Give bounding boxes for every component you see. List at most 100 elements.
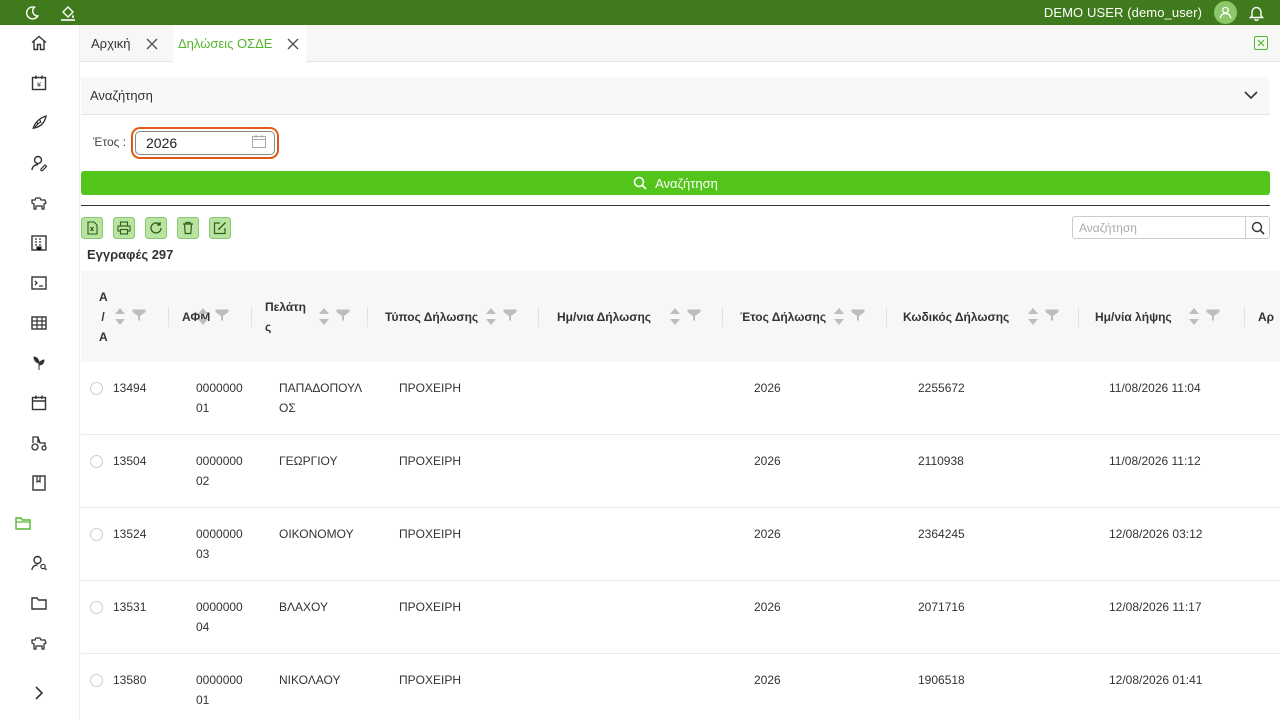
cell-afm: 000000001 <box>196 381 243 415</box>
sidebar: ¥ <box>0 25 80 720</box>
column-header-type[interactable]: Τύπος Δήλωσης <box>385 271 539 362</box>
sort-icon[interactable] <box>1027 307 1039 326</box>
filter-icon[interactable] <box>851 309 865 324</box>
cell-aa: 13580 <box>113 673 147 687</box>
column-label: Α / Α <box>99 289 108 344</box>
row-select-radio[interactable] <box>90 528 103 541</box>
cell-client: ΟΙΚΟΝΟΜΟΥ <box>279 527 354 541</box>
sort-icon[interactable] <box>833 307 845 326</box>
filter-icon[interactable] <box>1045 309 1059 324</box>
cell-type: ΠΡΟΧΕΙΡΗ <box>399 527 462 541</box>
column-header-truncated[interactable]: Αρ <box>1258 271 1280 362</box>
close-icon[interactable] <box>286 37 300 51</box>
chevron-right-icon[interactable] <box>30 684 48 702</box>
filter-icon[interactable] <box>687 309 701 324</box>
calendar-icon[interactable] <box>252 135 266 151</box>
year-label: Έτος : <box>93 135 127 149</box>
cow-icon[interactable] <box>30 634 48 652</box>
sort-icon[interactable] <box>197 307 209 326</box>
sort-icon[interactable] <box>1188 307 1200 326</box>
cell-received: 12/08/2026 01:41 <box>1109 673 1203 687</box>
close-all-tabs-icon[interactable] <box>1254 36 1268 50</box>
table-row[interactable]: 13494 000000001 ΠΑΠΑΔΟΠΟΥΛΟΣ ΠΡΟΧΕΙΡΗ 20… <box>81 362 1280 435</box>
cell-type: ΠΡΟΧΕΙΡΗ <box>399 673 462 687</box>
svg-text:¥: ¥ <box>37 81 42 89</box>
user-name[interactable]: DEMO USER (demo_user) <box>1044 5 1202 20</box>
edit-icon <box>213 222 226 235</box>
tab-label: Δηλώσεις ΟΣΔΕ <box>178 36 273 51</box>
sprout-icon[interactable] <box>30 354 48 372</box>
filter-icon[interactable] <box>336 309 350 324</box>
export-excel-button[interactable] <box>81 217 103 239</box>
table-row[interactable]: 13524 000000003 ΟΙΚΟΝΟΜΟΥ ΠΡΟΧΕΙΡΗ 2026 … <box>81 508 1280 581</box>
calendar-icon[interactable] <box>30 394 48 412</box>
user-avatar-icon[interactable] <box>1214 1 1237 24</box>
row-select-radio[interactable] <box>90 674 103 687</box>
terminal-icon[interactable] <box>30 274 48 292</box>
cell-year: 2026 <box>754 600 781 614</box>
row-select-radio[interactable] <box>90 601 103 614</box>
filter-icon[interactable] <box>132 309 146 324</box>
filter-icon[interactable] <box>215 309 229 324</box>
book-icon[interactable] <box>30 474 48 492</box>
column-header-aa[interactable]: Α / Α <box>99 271 169 362</box>
column-label: Έτος Δήλωσης <box>740 309 827 324</box>
row-select-radio[interactable] <box>90 455 103 468</box>
moon-icon[interactable] <box>24 5 40 21</box>
cell-type: ΠΡΟΧΕΙΡΗ <box>399 381 462 395</box>
sort-icon[interactable] <box>318 307 330 326</box>
cell-afm: 000000002 <box>196 454 243 488</box>
grid-search-input[interactable] <box>1073 217 1245 238</box>
home-icon[interactable] <box>30 34 48 52</box>
search-panel-header[interactable]: Αναζήτηση <box>81 77 1270 115</box>
table-icon[interactable] <box>30 314 48 332</box>
year-picker[interactable]: 2026 <box>131 127 279 159</box>
folder-open-icon[interactable] <box>14 514 32 532</box>
paint-bucket-icon[interactable] <box>60 5 76 21</box>
cell-aa: 13504 <box>113 454 147 468</box>
cell-code: 2255672 <box>918 381 965 395</box>
column-header-declaration-code[interactable]: Κωδικός Δήλωσης <box>903 271 1079 362</box>
column-header-declaration-year[interactable]: Έτος Δήλωσης <box>740 271 887 362</box>
column-header-received-date[interactable]: Ημ/νία λήψης <box>1095 271 1245 362</box>
crop-leaf-icon[interactable] <box>30 114 48 132</box>
user-edit-icon[interactable] <box>30 154 48 172</box>
filter-icon[interactable] <box>1206 309 1220 324</box>
year-value[interactable]: 2026 <box>146 135 252 151</box>
tab-label: Αρχική <box>91 36 131 51</box>
row-select-radio[interactable] <box>90 382 103 395</box>
delete-button[interactable] <box>177 217 199 239</box>
user-search-icon[interactable] <box>30 554 48 572</box>
column-header-declaration-date[interactable]: Ημ/νια Δήλωσης <box>557 271 723 362</box>
search-button[interactable]: Αναζήτηση <box>81 171 1270 195</box>
table-row[interactable]: 13504 000000002 ΓΕΩΡΓΙΟΥ ΠΡΟΧΕΙΡΗ 2026 2… <box>81 435 1280 508</box>
bell-icon[interactable] <box>1249 5 1264 21</box>
column-header-client[interactable]: Πελάτης <box>265 271 368 362</box>
sort-icon[interactable] <box>485 307 497 326</box>
cow-icon[interactable] <box>30 194 48 212</box>
table-row[interactable]: 13580 000000001 ΝΙΚΟΛΑΟΥ ΠΡΟΧΕΙΡΗ 2026 1… <box>81 654 1280 720</box>
tractor-icon[interactable] <box>30 434 48 452</box>
building-icon[interactable] <box>30 234 48 252</box>
cell-code: 1906518 <box>918 673 965 687</box>
tab-bar: Αρχική Δηλώσεις ΟΣΔΕ <box>80 25 1280 62</box>
tab-home[interactable]: Αρχική <box>91 25 159 62</box>
table-row[interactable]: 13531 000000004 ΒΛΑΧΟΥ ΠΡΟΧΕΙΡΗ 2026 207… <box>81 581 1280 654</box>
calendar-money-icon[interactable]: ¥ <box>30 74 48 92</box>
search-icon[interactable] <box>1245 217 1269 238</box>
sort-icon[interactable] <box>669 307 681 326</box>
cell-client: ΠΑΠΑΔΟΠΟΥΛΟΣ <box>279 381 363 415</box>
sort-icon[interactable] <box>114 307 126 326</box>
edit-button[interactable] <box>209 217 231 239</box>
refresh-button[interactable] <box>145 217 167 239</box>
close-icon[interactable] <box>145 37 159 51</box>
cell-received: 12/08/2026 11:17 <box>1109 600 1202 614</box>
cell-received: 12/08/2026 03:12 <box>1109 527 1203 541</box>
cell-year: 2026 <box>754 381 781 395</box>
folder-icon[interactable] <box>30 594 48 612</box>
chevron-down-icon[interactable] <box>1244 88 1258 103</box>
tab-osde-declarations[interactable]: Δηλώσεις ΟΣΔΕ <box>173 25 306 62</box>
print-button[interactable] <box>113 217 135 239</box>
column-header-afm[interactable]: ΑΦΜ <box>182 271 252 362</box>
filter-icon[interactable] <box>503 309 517 324</box>
